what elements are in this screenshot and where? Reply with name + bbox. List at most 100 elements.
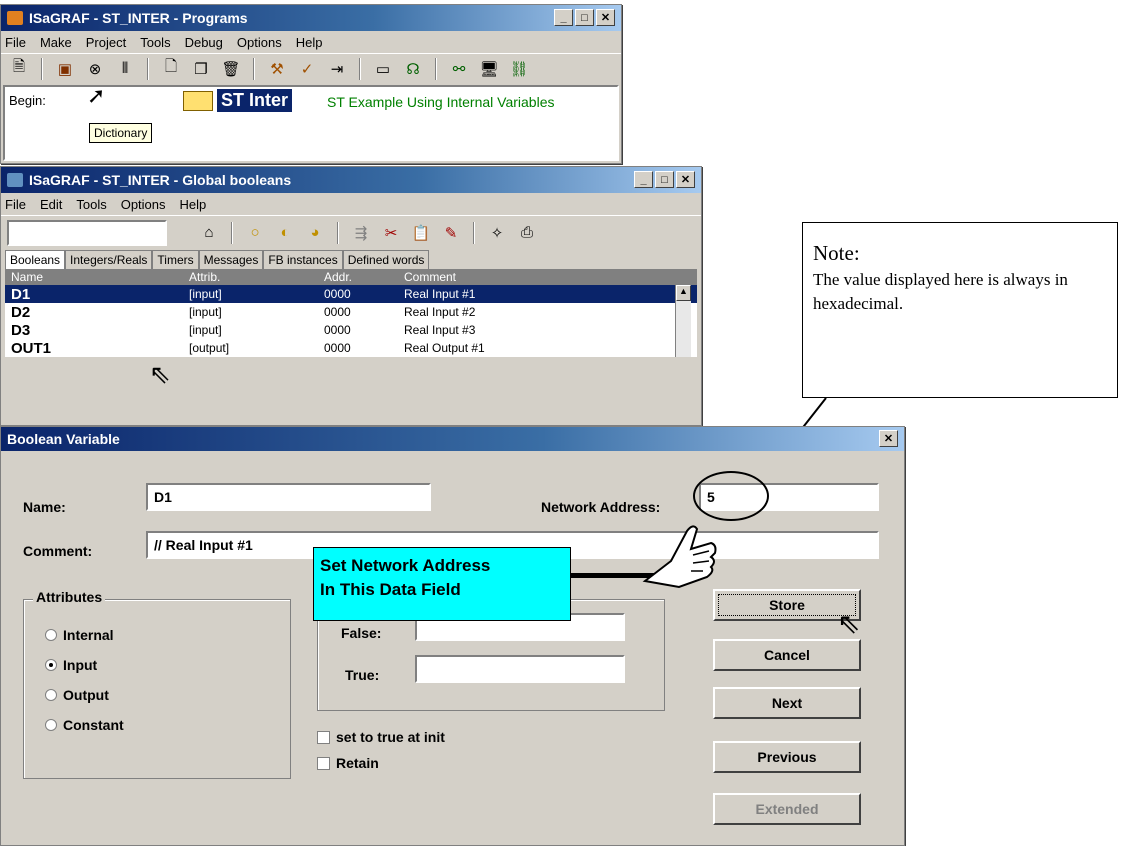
row-name: D3 [11, 321, 31, 339]
isagraf-app-icon [7, 11, 23, 25]
tab-timers[interactable]: Timers [152, 250, 199, 269]
menu-edit[interactable]: Edit [40, 197, 62, 212]
copy-icon[interactable]: ❐ [189, 58, 213, 80]
close-button[interactable]: ✕ [879, 430, 898, 447]
delete-icon[interactable]: 🗑 [219, 58, 243, 80]
cancel-button[interactable]: Cancel [713, 639, 861, 671]
begin-label: Begin: [9, 93, 46, 108]
menu-file[interactable]: File [5, 197, 26, 212]
row-attrib: [output] [189, 341, 230, 355]
module-icon[interactable]: ▭ [371, 58, 395, 80]
col-attrib[interactable]: Attrib. [185, 270, 320, 284]
circle-half-icon[interactable]: ◐ [273, 222, 297, 244]
radio-dot [45, 689, 57, 701]
radio-output[interactable]: Output [45, 687, 109, 703]
tab-integers-reals[interactable]: Integers/Reals [65, 250, 153, 269]
toolbar-separator [147, 57, 149, 80]
brush-icon[interactable]: ✎ [439, 222, 463, 244]
tab-defined-words[interactable]: Defined words [342, 250, 430, 269]
menu-tools[interactable]: Tools [140, 35, 170, 50]
compile-icon[interactable]: ⚒ [265, 58, 289, 80]
minimize-button[interactable]: _ [634, 171, 653, 188]
grid-scrollbar[interactable]: ▲ [675, 285, 691, 357]
menu-debug[interactable]: Debug [185, 35, 223, 50]
globals-toolbar: ⌂ ○ ◐ ◕ ⇶ ✂ 📋 ✎ ✧ ⎙ [1, 215, 701, 249]
monitor-icon[interactable]: 🖥 [477, 58, 501, 80]
name-field[interactable]: D1 [146, 483, 431, 511]
scroll-up-icon[interactable]: ▲ [676, 285, 691, 301]
program-name[interactable]: ST Inter [217, 89, 293, 112]
menu-help[interactable]: Help [296, 35, 323, 50]
true-field[interactable] [415, 655, 625, 683]
menu-help[interactable]: Help [180, 197, 207, 212]
paste-icon[interactable]: 📋 [409, 222, 433, 244]
comment-label: Comment: [23, 543, 93, 559]
debug-icon[interactable]: ☊ [401, 58, 425, 80]
new-file-icon[interactable]: 🗋 [159, 58, 183, 80]
globals-titlebar[interactable]: ISaGRAF - ST_INTER - Global booleans _ □… [1, 167, 701, 193]
maximize-button[interactable]: □ [655, 171, 674, 188]
row-comment: Real Output #1 [404, 341, 485, 355]
network-address-label: Network Address: [541, 499, 661, 515]
toolbar-separator [359, 57, 361, 80]
search-input[interactable] [7, 219, 167, 246]
table-row[interactable]: OUT1 [output] 0000 Real Output #1 [5, 339, 697, 357]
dialog-titlebar[interactable]: Boolean Variable ✕ [1, 427, 904, 451]
programs-titlebar[interactable]: ISaGRAF - ST_INTER - Programs _ □ ✕ [1, 5, 621, 31]
toolbar-separator [41, 57, 43, 80]
connect-icon[interactable]: ⛓ [507, 58, 531, 80]
print-icon[interactable]: ⎙ [515, 222, 539, 244]
extended-button[interactable]: Extended [713, 793, 861, 825]
table-row[interactable]: D2 [input] 0000 Real Input #2 [5, 303, 697, 321]
col-comment[interactable]: Comment [400, 270, 650, 284]
tab-messages[interactable]: Messages [198, 250, 264, 269]
close-button[interactable]: ✕ [596, 9, 615, 26]
radio-constant[interactable]: Constant [45, 717, 124, 733]
radio-input[interactable]: Input [45, 657, 97, 673]
programs-window: ISaGRAF - ST_INTER - Programs _ □ ✕ File… [0, 4, 622, 164]
run-icon[interactable]: ⇥ [325, 58, 349, 80]
maximize-button[interactable]: □ [575, 9, 594, 26]
sort-icon[interactable]: ⇶ [349, 222, 373, 244]
tab-fb-instances[interactable]: FB instances [263, 250, 343, 269]
circle-check-icon[interactable]: ◕ [303, 222, 327, 244]
program-comment: ST Example Using Internal Variables [327, 94, 555, 110]
toolbar-separator [231, 221, 233, 244]
wand-icon[interactable]: ✧ [485, 222, 509, 244]
lock-icon[interactable]: ⌂ [197, 222, 221, 244]
radio-internal[interactable]: Internal [45, 627, 114, 643]
table-row[interactable]: D1 [input] 0000 Real Input #1 [5, 285, 697, 303]
toolbar-separator [473, 221, 475, 244]
circle-empty-icon[interactable]: ○ [243, 222, 267, 244]
menu-file[interactable]: File [5, 35, 26, 50]
network-icon[interactable]: ⚯ [447, 58, 471, 80]
checkbox-box [317, 730, 330, 744]
io-icon[interactable]: ⦀ [113, 58, 137, 80]
close-button[interactable]: ✕ [676, 171, 695, 188]
note-body: The value displayed here is always in he… [813, 270, 1068, 313]
table-row[interactable]: D3 [input] 0000 Real Input #3 [5, 321, 697, 339]
menu-options[interactable]: Options [237, 35, 282, 50]
dictionary-icon[interactable]: ▣ [53, 58, 77, 80]
set-true-at-init-checkbox[interactable]: set to true at init [317, 729, 445, 745]
dictionary-app-icon [7, 173, 23, 187]
program-icon[interactable] [183, 91, 213, 111]
next-button[interactable]: Next [713, 687, 861, 719]
dialog-title: Boolean Variable [7, 431, 120, 447]
menu-options[interactable]: Options [121, 197, 166, 212]
col-name[interactable]: Name [5, 270, 185, 284]
previous-button[interactable]: Previous [713, 741, 861, 773]
menu-tools[interactable]: Tools [76, 197, 106, 212]
link-icon[interactable]: ⊗ [83, 58, 107, 80]
col-addr[interactable]: Addr. [320, 270, 400, 284]
menu-make[interactable]: Make [40, 35, 72, 50]
verify-icon[interactable]: ✓ [295, 58, 319, 80]
new-program-icon[interactable]: 🗎 [7, 58, 31, 80]
tab-booleans[interactable]: Booleans [5, 250, 66, 269]
cut-icon[interactable]: ✂ [379, 222, 403, 244]
minimize-button[interactable]: _ [554, 9, 573, 26]
attributes-label: Attributes [33, 589, 106, 605]
menu-project[interactable]: Project [86, 35, 126, 50]
retain-checkbox[interactable]: Retain [317, 755, 379, 771]
row-name: OUT1 [11, 339, 52, 357]
